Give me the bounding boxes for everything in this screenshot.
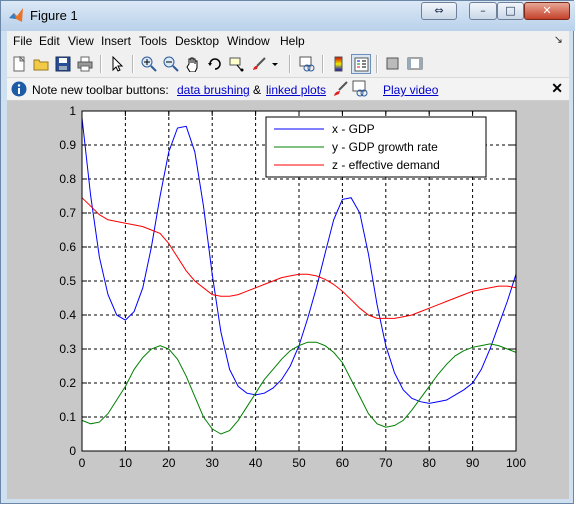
brush-icon	[334, 81, 348, 96]
close-infobar-icon[interactable]: ✕	[551, 80, 563, 97]
x-tick-label: 50	[292, 456, 306, 470]
switch-window-button[interactable]: ⇔	[421, 2, 457, 20]
x-tick-label: 70	[379, 456, 393, 470]
menu-view[interactable]: View	[68, 34, 94, 48]
rotate-3d-icon[interactable]	[205, 54, 225, 74]
edit-plot-arrow-icon[interactable]	[107, 54, 127, 74]
info-note-text: Note new toolbar buttons:	[32, 83, 169, 97]
y-tick-label: 0	[69, 444, 76, 458]
menu-desktop[interactable]: Desktop	[175, 34, 219, 48]
toolbar-separator	[132, 55, 134, 73]
linked-plots-link[interactable]: linked plots	[266, 83, 326, 97]
toolbar-separator	[100, 55, 102, 73]
hide-plot-tools-icon[interactable]	[383, 54, 403, 74]
menu-window[interactable]: Window	[227, 34, 270, 48]
colorbar-icon[interactable]	[329, 54, 349, 74]
zoom-out-icon[interactable]	[161, 54, 181, 74]
y-tick-label: 1	[69, 104, 76, 118]
legend-icon[interactable]	[351, 54, 371, 74]
title-bar[interactable]: Figure 1 ⇔ – □ ✕	[1, 1, 575, 31]
line-chart[interactable]: 0 10 20 30 40 50 60 70 80 90 100 0 0.1 0.2 0.3 0.4 0.5 0.…	[7, 101, 569, 499]
menu-edit[interactable]: Edit	[39, 34, 60, 48]
x-tick-label: 10	[119, 456, 133, 470]
window-title: Figure 1	[30, 8, 78, 23]
x-tick-label: 60	[336, 456, 350, 470]
figure-canvas: 0 10 20 30 40 50 60 70 80 90 100 0 0.1 0.2 0.3 0.4 0.5 0.…	[7, 101, 569, 499]
y-tick-label: 0.4	[59, 308, 76, 322]
matlab-logo-icon	[9, 8, 23, 22]
info-bar: Note new toolbar buttons: data brushing …	[7, 78, 569, 101]
print-icon[interactable]	[75, 54, 95, 74]
zoom-in-icon[interactable]	[139, 54, 159, 74]
figure-window: Figure 1 ⇔ – □ ✕ File Edit View Insert T…	[0, 0, 575, 504]
brush-dropdown-icon[interactable]	[269, 54, 281, 74]
data-brushing-link[interactable]: data brushing	[177, 83, 250, 97]
x-tick-label: 0	[79, 456, 86, 470]
legend-label: x - GDP	[332, 122, 375, 136]
x-tick-label: 80	[423, 456, 437, 470]
y-tick-label: 0.8	[59, 172, 76, 186]
y-tick-label: 0.6	[59, 240, 76, 254]
save-icon[interactable]	[53, 54, 73, 74]
pan-hand-icon[interactable]	[183, 54, 203, 74]
link-plot-icon[interactable]	[297, 54, 317, 74]
y-tick-label: 0.5	[59, 274, 76, 288]
x-tick-label: 100	[506, 456, 526, 470]
y-tick-label: 0.3	[59, 342, 76, 356]
toolbar-separator	[376, 55, 378, 73]
menu-file[interactable]: File	[13, 34, 32, 48]
x-tick-label: 20	[162, 456, 176, 470]
menu-tools[interactable]: Tools	[139, 34, 167, 48]
link-plot-icon	[352, 80, 368, 97]
y-tick-label: 0.7	[59, 206, 76, 220]
x-tick-label: 30	[206, 456, 220, 470]
open-file-icon[interactable]	[31, 54, 51, 74]
close-button[interactable]: ✕	[524, 2, 570, 20]
x-tick-label: 40	[249, 456, 263, 470]
toolbar-separator	[289, 55, 291, 73]
play-video-link[interactable]: Play video	[383, 83, 438, 97]
menu-help[interactable]: Help	[280, 34, 305, 48]
x-tick-label: 90	[466, 456, 480, 470]
y-tick-label: 0.9	[59, 138, 76, 152]
figure-toolbar	[7, 51, 569, 78]
ampersand-text: &	[253, 83, 262, 97]
y-tick-label: 0.1	[59, 410, 76, 424]
minimize-button[interactable]: –	[469, 2, 497, 20]
figure-client-area: File Edit View Insert Tools Desktop Wind…	[7, 31, 569, 499]
legend-label: z - effective demand	[332, 158, 440, 172]
menu-bar: File Edit View Insert Tools Desktop Wind…	[7, 31, 569, 51]
toolbar-separator	[322, 55, 324, 73]
data-cursor-icon[interactable]	[227, 54, 247, 74]
new-figure-icon[interactable]	[9, 54, 29, 74]
y-tick-label: 0.2	[59, 376, 76, 390]
dock-arrow-icon[interactable]: ↘	[554, 33, 563, 46]
legend-label: y - GDP growth rate	[332, 140, 438, 154]
menu-insert[interactable]: Insert	[101, 34, 131, 48]
maximize-button[interactable]: □	[497, 2, 524, 20]
brush-icon[interactable]	[249, 54, 269, 74]
show-plot-tools-icon[interactable]	[405, 54, 425, 74]
info-icon	[11, 81, 27, 97]
